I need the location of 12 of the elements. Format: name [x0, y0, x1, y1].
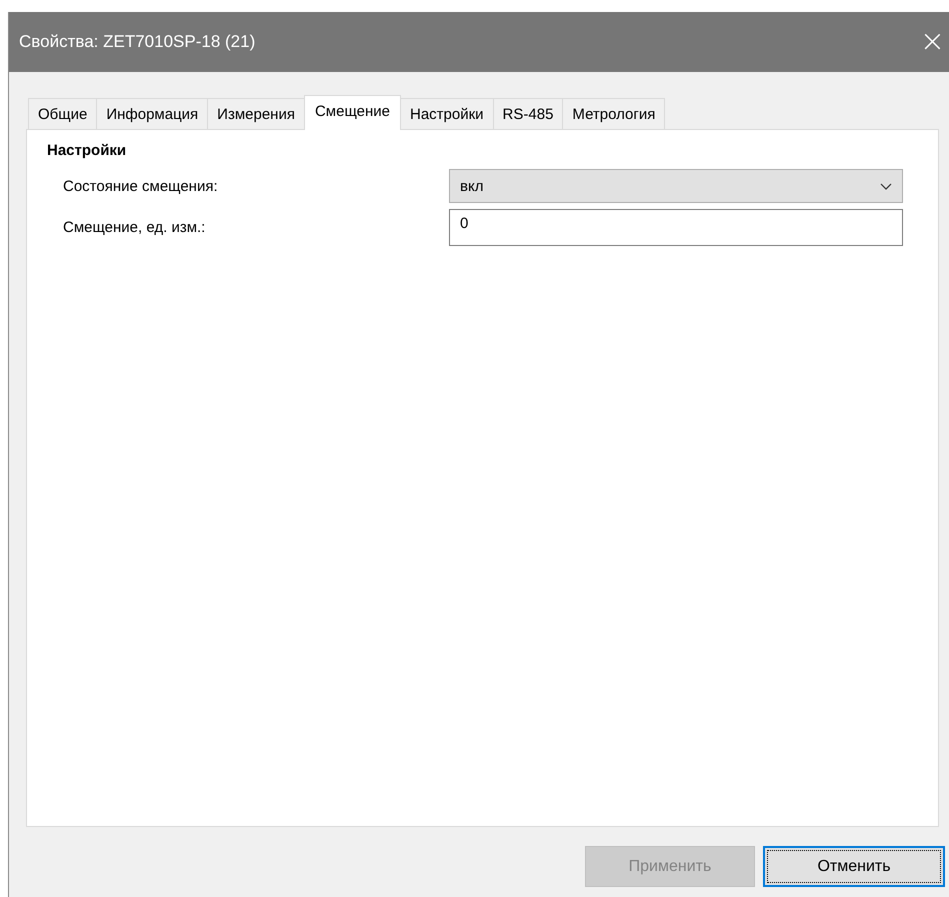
chevron-icon: [880, 182, 892, 190]
tab[interactable]: Общие: [28, 98, 98, 129]
tab[interactable]: Смещение: [304, 95, 401, 130]
field-label: Состояние смещения:: [63, 178, 219, 194]
window-title: Свойства: ZET7010SP-18 (21): [19, 32, 256, 52]
section-heading: Настройки: [47, 142, 128, 159]
dropdown[interactable]: вкл: [449, 169, 903, 203]
field-label: Смещение, ед. изм.:: [63, 219, 206, 236]
input-field[interactable]: 0: [449, 209, 903, 246]
tab[interactable]: Метрология: [562, 98, 666, 129]
close-button[interactable]: ×: [916, 27, 949, 57]
dialog-button[interactable]: Отменить: [763, 846, 945, 887]
